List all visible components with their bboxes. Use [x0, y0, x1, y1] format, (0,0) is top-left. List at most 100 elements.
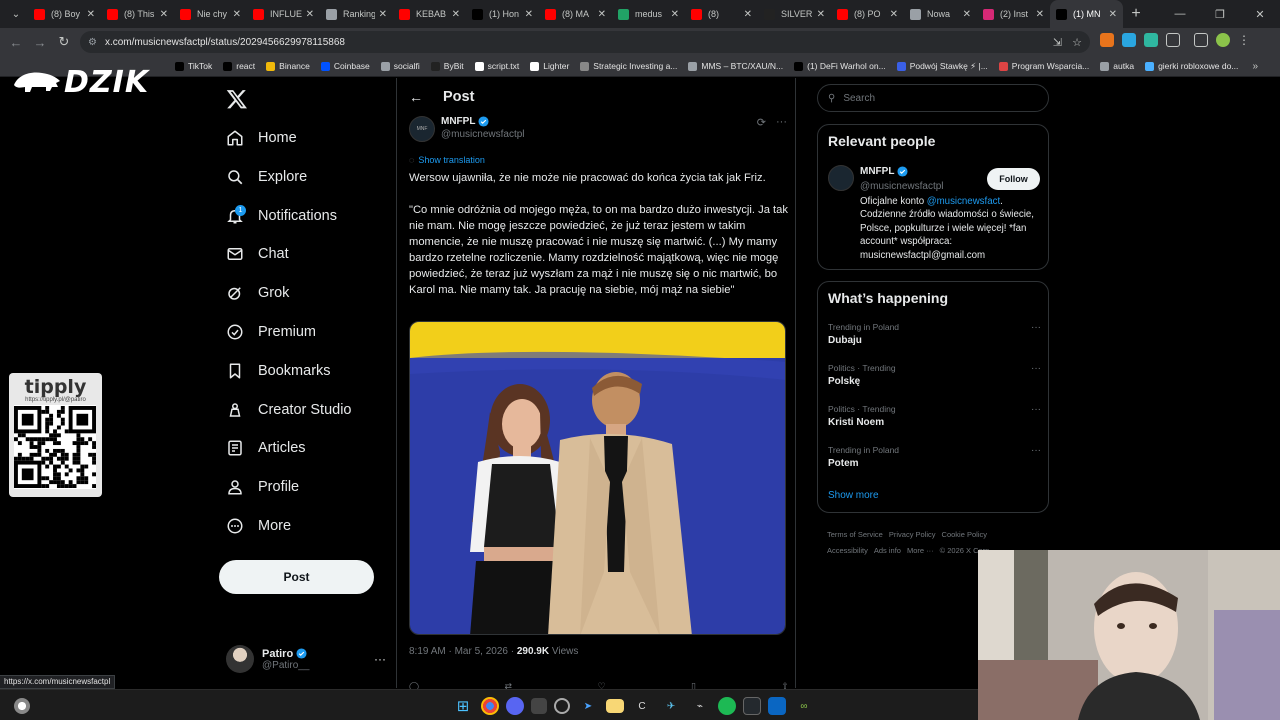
- bookmark-label[interactable]: TikTok: [188, 61, 212, 71]
- bookmark-label[interactable]: Lighter: [543, 61, 569, 71]
- bookmark-item[interactable]: MMS – BTC/XAU/N...: [688, 61, 783, 71]
- metamask-icon[interactable]: [1100, 33, 1114, 47]
- more-dots-icon[interactable]: ···: [1031, 404, 1041, 415]
- nav-item-label[interactable]: Home: [258, 130, 297, 146]
- address-url[interactable]: x.com/musicnewsfactpl/status/20294566299…: [105, 37, 345, 48]
- post-image[interactable]: [409, 321, 786, 635]
- browser-tab[interactable]: Ranking ✕: [320, 0, 393, 28]
- trend-item[interactable]: Trending in Poland Dubaju ···: [828, 322, 1043, 346]
- browser-tab[interactable]: (8) MA ✕: [539, 0, 612, 28]
- menu-icon[interactable]: ⋮: [1238, 33, 1250, 47]
- tab-close-icon[interactable]: ✕: [306, 9, 314, 20]
- tab-close-icon[interactable]: ✕: [452, 9, 460, 20]
- bookmark-label[interactable]: Program Wsparcia...: [1012, 61, 1089, 71]
- show-more-link[interactable]: Show more: [828, 490, 879, 501]
- browser-tab[interactable]: (1) Hon ✕: [466, 0, 539, 28]
- bookmark-label[interactable]: ByBit: [444, 61, 464, 71]
- nav-item-label[interactable]: Bookmarks: [258, 363, 331, 379]
- tab-close-icon[interactable]: ✕: [87, 9, 95, 20]
- browser-tab[interactable]: (8) This ✕: [101, 0, 174, 28]
- browser-tab[interactable]: medus ✕: [612, 0, 685, 28]
- bookmark-item[interactable]: Coinbase: [320, 61, 370, 71]
- minimize-icon[interactable]: —: [1160, 8, 1200, 20]
- tab-title[interactable]: SILVER: [781, 9, 813, 19]
- tab-title[interactable]: Nie chy: [197, 9, 229, 19]
- bookmarks-overflow-icon[interactable]: »: [1252, 61, 1258, 72]
- forward-icon[interactable]: →: [28, 35, 52, 50]
- follow-button[interactable]: Follow: [987, 168, 1040, 190]
- footer-link[interactable]: Accessibility: [827, 546, 868, 555]
- bookmark-item[interactable]: Podwój Stawkę ⚡ |...: [896, 61, 988, 72]
- nav-item-explore[interactable]: Explore: [226, 165, 307, 189]
- tab-title[interactable]: (8) This: [124, 9, 156, 19]
- tab-search-icon[interactable]: ⌄: [4, 3, 28, 25]
- trend-name[interactable]: Kristi Noem: [828, 417, 1043, 428]
- x-app-icon[interactable]: [768, 697, 786, 715]
- bookmark-label[interactable]: script.txt: [488, 61, 520, 71]
- bookmark-label[interactable]: Coinbase: [334, 61, 370, 71]
- grok-icon[interactable]: ⟳: [757, 116, 766, 129]
- telegram-icon[interactable]: ➤: [577, 695, 599, 717]
- spotify-icon[interactable]: [718, 697, 736, 715]
- c-app-icon[interactable]: C: [631, 695, 653, 717]
- tab-title[interactable]: KEBAB: [416, 9, 448, 19]
- trend-name[interactable]: Dubaju: [828, 335, 1043, 346]
- browser-tab[interactable]: Nie chy ✕: [174, 0, 247, 28]
- author-name-text[interactable]: MNFPL: [441, 116, 475, 127]
- x-logo-icon[interactable]: [226, 88, 248, 110]
- tab-close-icon[interactable]: ✕: [817, 9, 825, 20]
- browser-tab[interactable]: (1) MN ✕: [1050, 0, 1123, 28]
- bookmark-label[interactable]: (1) DeFi Warhol on...: [807, 61, 886, 71]
- nav-item-label[interactable]: Chat: [258, 246, 289, 262]
- widgets-icon[interactable]: [14, 698, 30, 714]
- search-placeholder[interactable]: Search: [843, 93, 875, 104]
- more-dots-icon[interactable]: ···: [1031, 445, 1041, 456]
- show-translation-link[interactable]: ◌ Show translation: [409, 155, 485, 165]
- bookmark-item[interactable]: Lighter: [530, 61, 569, 71]
- show-translation-label[interactable]: Show translation: [418, 155, 485, 165]
- avatar[interactable]: [1216, 33, 1230, 47]
- bookmark-item[interactable]: Strategic Investing a...: [580, 61, 677, 71]
- tab-close-icon[interactable]: ✕: [1036, 9, 1044, 20]
- bookmark-item[interactable]: TikTok: [175, 61, 212, 71]
- footer-link[interactable]: Cookie Policy: [942, 530, 987, 539]
- tab-title[interactable]: Nowa: [927, 9, 959, 19]
- nav-item-profile[interactable]: Profile: [226, 475, 299, 499]
- author-handle[interactable]: @musicnewsfactpl: [441, 129, 525, 140]
- footer-link[interactable]: Privacy Policy: [889, 530, 936, 539]
- footer-link[interactable]: More ···: [907, 546, 934, 555]
- bookmark-item[interactable]: autka: [1100, 61, 1134, 71]
- nav-item-label[interactable]: Premium: [258, 324, 316, 340]
- nav-item-label[interactable]: Notifications: [258, 208, 337, 224]
- obs-icon[interactable]: [554, 698, 570, 714]
- tab-close-icon[interactable]: ✕: [525, 9, 533, 20]
- star-icon[interactable]: ☆: [1072, 36, 1082, 49]
- trend-item[interactable]: Politics · Trending Kristi Noem ···: [828, 404, 1043, 428]
- more-dots-icon[interactable]: ···: [1031, 363, 1041, 374]
- trend-item[interactable]: Trending in Poland Potem ···: [828, 445, 1043, 469]
- tab-title[interactable]: Ranking: [343, 9, 375, 19]
- steam-icon[interactable]: [743, 697, 761, 715]
- app-icon[interactable]: ∞: [793, 695, 815, 717]
- queue-icon[interactable]: [1194, 33, 1208, 47]
- tab-title[interactable]: (8) MA: [562, 9, 594, 19]
- person-name[interactable]: MNFPL: [860, 166, 908, 177]
- bookmark-item[interactable]: (1) DeFi Warhol on...: [794, 61, 886, 71]
- chart-app-icon[interactable]: ⌁: [689, 695, 711, 717]
- nav-item-grok[interactable]: Grok: [226, 281, 289, 305]
- more-dots-icon[interactable]: ···: [776, 116, 787, 129]
- nav-item-label[interactable]: Grok: [258, 285, 289, 301]
- browser-tab[interactable]: (8) PO ✕: [831, 0, 904, 28]
- tab-title[interactable]: (2) Inst: [1000, 9, 1032, 19]
- trend-name[interactable]: Polskę: [828, 376, 1043, 387]
- tab-close-icon[interactable]: ✕: [160, 9, 168, 20]
- trend-item[interactable]: Politics · Trending Polskę ···: [828, 363, 1043, 387]
- more-dots-icon[interactable]: ···: [1031, 322, 1041, 333]
- browser-tab[interactable]: KEBAB ✕: [393, 0, 466, 28]
- bookmark-item[interactable]: Program Wsparcia...: [998, 61, 1089, 71]
- extension-icon[interactable]: [1144, 33, 1158, 47]
- tab-close-icon[interactable]: ✕: [233, 9, 241, 20]
- browser-tab[interactable]: (8) Boy ✕: [28, 0, 101, 28]
- tab-title[interactable]: INFLUE: [270, 9, 302, 19]
- maximize-icon[interactable]: ❐: [1200, 8, 1240, 21]
